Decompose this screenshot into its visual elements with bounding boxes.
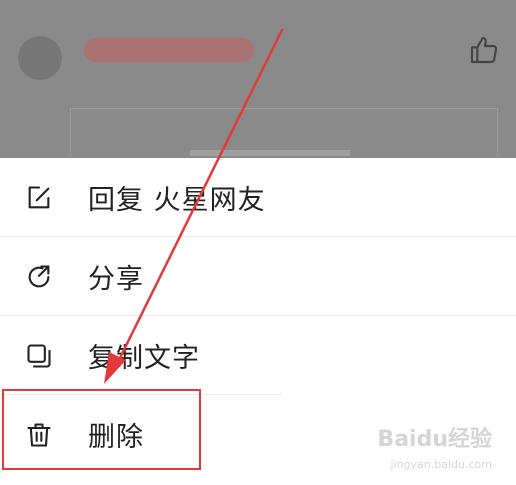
menu-item-copy-text[interactable]: 复制文字 [0,316,516,395]
share-icon [24,262,54,292]
menu-item-reply[interactable]: 回复 火星网友 [0,158,516,237]
avatar [18,36,62,80]
menu-item-label: 回复 火星网友 [88,185,266,216]
baidu-watermark: Baidu经验 jingyan.baidu.com [372,421,492,471]
watermark-brand: Baidu经验 [377,427,492,452]
annotation-highlight-box [2,389,201,470]
dimmed-background[interactable] [0,0,516,158]
thumbs-up-icon[interactable] [468,34,500,66]
blurred-comment-text [190,150,350,156]
blurred-username [84,38,254,62]
menu-item-share[interactable]: 分享 [0,237,516,316]
menu-item-label: 复制文字 [88,343,200,374]
watermark-url: jingyan.baidu.com [390,458,492,471]
menu-item-label: 分享 [88,264,144,295]
copy-icon [24,341,54,371]
reply-edit-icon [24,183,54,213]
